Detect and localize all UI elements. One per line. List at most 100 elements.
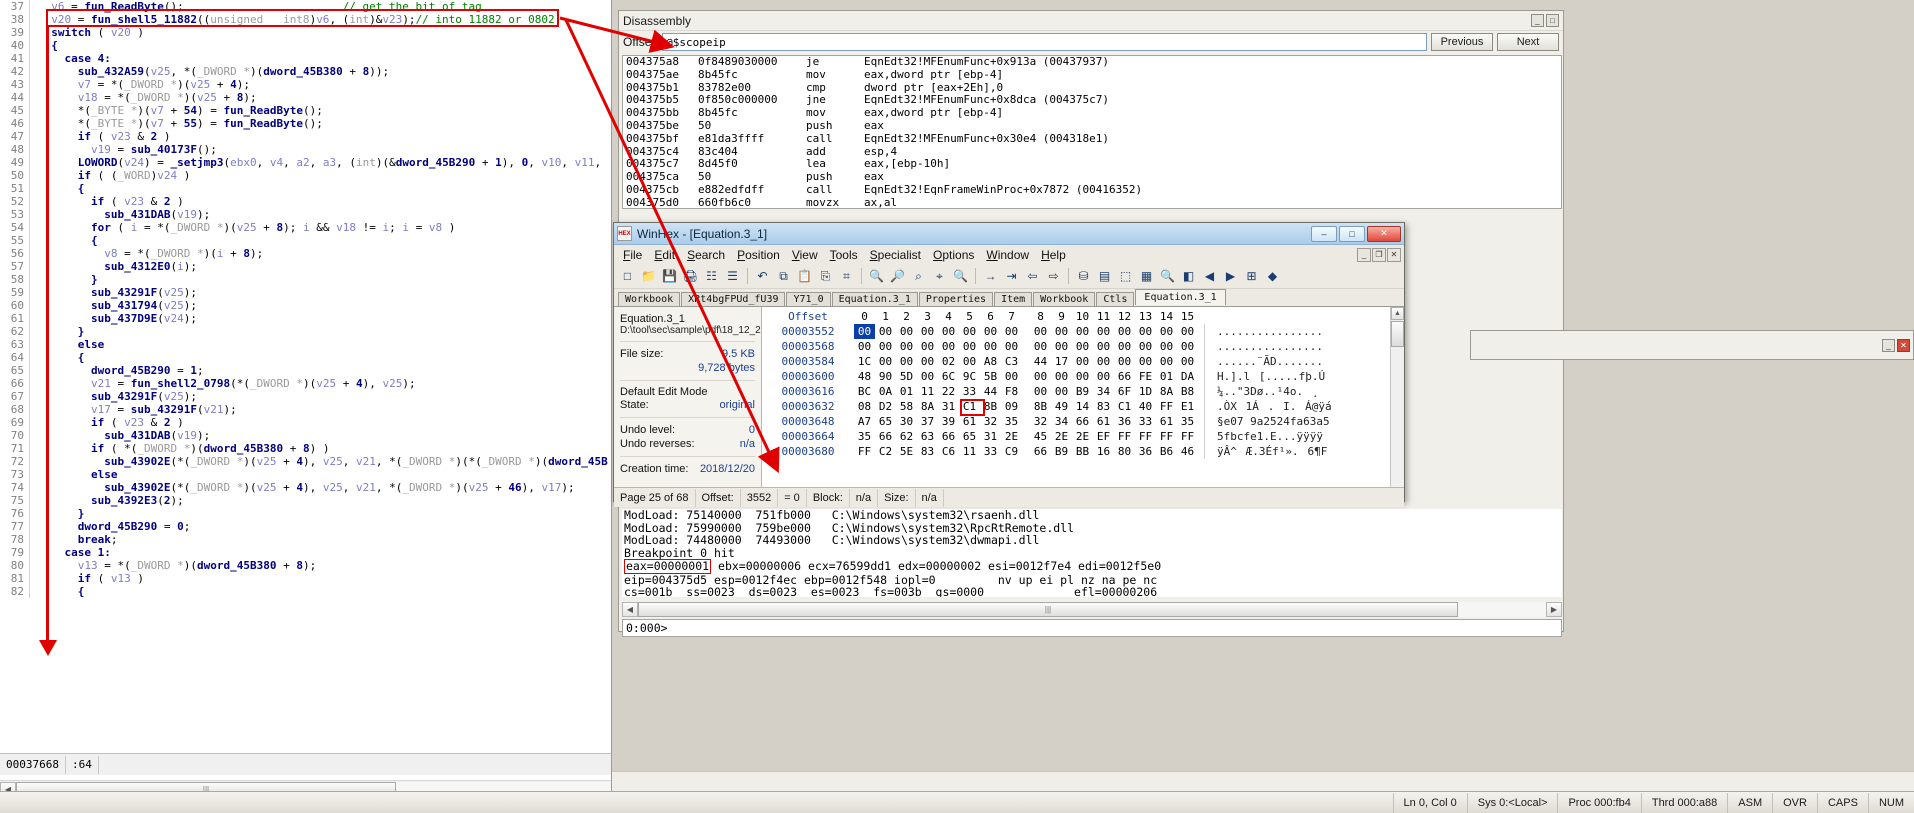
scroll-up-icon[interactable]: ▲ [1391, 307, 1404, 320]
code-line[interactable]: 72 sub_43902E(*(_DWORD *)(v25 + 4), v25,… [0, 455, 611, 468]
hex-byte[interactable]: C1 [959, 399, 980, 414]
hex-byte[interactable]: B9 [1051, 444, 1072, 459]
hex-ascii[interactable]: ÿÂ^Æ.3Éf¹».6¶F [1204, 444, 1327, 459]
hex-byte[interactable]: 00 [1135, 339, 1156, 354]
code-line[interactable]: 53 sub_431DAB(v19); [0, 208, 611, 221]
hex-byte[interactable]: 00 [1177, 324, 1198, 339]
menu-item-options[interactable]: Options [927, 247, 980, 263]
disassembly-listing[interactable]: 004375a8 0f8489030000 je EqnEdt32!MFEnumFun… [622, 55, 1562, 209]
code-text[interactable]: for ( i = *(_DWORD *)(v25 + 8); i && v18… [30, 221, 455, 234]
hex-vscroll-thumb[interactable] [1391, 321, 1404, 347]
replace-icon[interactable]: ⌕ [909, 267, 928, 286]
code-text[interactable]: sub_43291F(v25); [30, 286, 197, 299]
code-text[interactable]: sub_432A59(v25, *(_DWORD *)(dword_45B380… [30, 65, 389, 78]
hex-byte[interactable]: 8A [1156, 384, 1177, 399]
winhex-menu-bar[interactable]: File Edit Search Position View Tools Specialis… [614, 245, 1404, 264]
hex-byte[interactable]: 30 [896, 414, 917, 429]
hex-byte[interactable]: 63 [917, 429, 938, 444]
disasm-row[interactable]: 004375ae 8b45fc mov eax,dword ptr [ebp-4] [623, 68, 1561, 82]
menu-item-window[interactable]: Window [980, 247, 1035, 263]
hex-byte[interactable]: F8 [1001, 384, 1022, 399]
hex-byte[interactable]: 80 [1114, 444, 1135, 459]
paste-icon[interactable]: 📋 [795, 267, 814, 286]
hex-byte[interactable]: 65 [875, 414, 896, 429]
goto-icon[interactable]: → [981, 267, 1000, 286]
code-text[interactable]: sub_43902E(*(_DWORD *)(v25 + 4), v25, v2… [30, 481, 574, 494]
hex-byte[interactable]: 00 [1093, 324, 1114, 339]
code-line[interactable]: 71 if ( *(_DWORD *)(dword_45B380 + 8) ) [0, 442, 611, 455]
code-line[interactable]: 60 sub_431794(v25); [0, 299, 611, 312]
code-line[interactable]: 62 } [0, 325, 611, 338]
stub-minimize-icon[interactable]: _ [1882, 338, 1895, 352]
code-line[interactable]: 43 v7 = *(_DWORD *)(v25 + 4); [0, 78, 611, 91]
hex-byte[interactable]: 32 [1030, 414, 1051, 429]
hex-byte-selected[interactable]: 00 [854, 324, 875, 339]
winhex-tab-bar[interactable]: Workbook XRt4bgFPUd_fU39 Y71_0 Equation.3_1… [614, 289, 1404, 307]
hex-row[interactable]: 00003584 1C 00 00 00 02 00 A8 C3 44 17 00 00 00 00 00 00… [762, 354, 1390, 369]
code-line[interactable]: 68 v17 = sub_43291F(v21); [0, 403, 611, 416]
code-text[interactable]: sub_431794(v25); [30, 299, 197, 312]
disasm-row[interactable]: 004375d0 660fb6c0 movzx ax,al [623, 196, 1561, 208]
winhex-tab-active[interactable]: Equation.3_1 [1135, 289, 1226, 305]
hex-byte[interactable]: 00 [1093, 354, 1114, 369]
code-text[interactable]: v17 = sub_43291F(v21); [30, 403, 237, 416]
hex-ascii[interactable]: 5fbcfe1.E...ÿÿÿÿ [1204, 429, 1323, 444]
hex-byte[interactable]: 00 [875, 354, 896, 369]
hex-byte[interactable]: 35 [854, 429, 875, 444]
winhex-tab-xrt4bgfpud-fu39[interactable]: XRt4bgFPUd_fU39 [681, 292, 786, 306]
winhex-toolbar[interactable]: □ 📁 💾 🖨 ☷ ☰ ↶ ⧉ 📋 ⎘ ⌗ 🔍 🔎 ⌕ ⌖ 🔍 → ⇥ ⇦ ⇨ ⛁ ▤ ⬚ ▦ 🔍 ◧ ◀ ▶ ⊞ ◆ [614, 264, 1404, 289]
code-text[interactable]: case 1: [30, 546, 111, 559]
hex-byte[interactable]: 32 [980, 414, 1001, 429]
hex-byte[interactable]: 00 [1051, 384, 1072, 399]
code-line[interactable]: 63 else [0, 338, 611, 351]
hex-byte[interactable]: 90 [875, 369, 896, 384]
code-text[interactable]: v6 = fun_ReadByte(); // get the bit of t… [30, 0, 482, 13]
code-line[interactable]: 80 v13 = *(_DWORD *)(dword_45B380 + 8); [0, 559, 611, 572]
windbg-log-hscrollbar[interactable]: ◀ ||| ▶ [622, 601, 1562, 617]
hex-byte[interactable]: 44 [1030, 354, 1051, 369]
code-text[interactable]: v8 = *(_DWORD *)(i + 8); [30, 247, 263, 260]
code-line[interactable]: 54 for ( i = *(_DWORD *)(v25 + 8); i && … [0, 221, 611, 234]
code-line[interactable]: 48 v19 = sub_40173F(); [0, 143, 611, 156]
hex-byte[interactable]: 31 [980, 429, 1001, 444]
code-line[interactable]: 38 v20 = fun_shell5_11882((unsigned __in… [0, 13, 611, 26]
hex-byte[interactable]: 00 [854, 339, 875, 354]
hex-byte[interactable]: 44 [980, 384, 1001, 399]
hex-byte[interactable]: 00 [980, 324, 1001, 339]
winhex-title-bar[interactable]: HEX WinHex - [Equation.3_1] – □ ✕ [614, 223, 1404, 245]
code-text[interactable]: { [30, 351, 85, 364]
winhex-tab-workbook[interactable]: Workbook [618, 292, 681, 306]
hex-byte[interactable]: 40 [1135, 399, 1156, 414]
hex-byte[interactable]: 00 [875, 324, 896, 339]
disasm-row[interactable]: 004375a8 0f8489030000 je EqnEdt32!MFEnumFun… [623, 56, 1561, 69]
hex-byte[interactable]: 83 [917, 444, 938, 459]
code-text[interactable]: sub_431DAB(v19); [30, 208, 210, 221]
grid-icon[interactable]: ⊞ [1242, 267, 1261, 286]
code-line[interactable]: 78 break; [0, 533, 611, 546]
hex-byte[interactable]: 5D [896, 369, 917, 384]
hex-byte[interactable]: 33 [959, 384, 980, 399]
menu-item-search[interactable]: Search [681, 247, 731, 263]
hex-byte[interactable]: 34 [1093, 384, 1114, 399]
hex-byte[interactable]: 00 [1001, 324, 1022, 339]
code-text[interactable]: { [30, 234, 98, 247]
hex-byte[interactable]: 00 [917, 339, 938, 354]
hex-row[interactable]: 00003632 08 D2 58 8A 31 C1 8B 09 8B 49 14 83 C1 40 FF E1… [762, 399, 1390, 414]
hex-byte[interactable]: 00 [980, 339, 1001, 354]
hex-byte[interactable]: 00 [896, 339, 917, 354]
hex-byte[interactable]: 11 [917, 384, 938, 399]
winhex-tab-equation-3-1[interactable]: Equation.3_1 [831, 292, 918, 306]
hex-byte[interactable]: 14 [1072, 399, 1093, 414]
hex-byte[interactable]: 00 [1114, 339, 1135, 354]
menu-item-view[interactable]: View [786, 247, 824, 263]
code-line[interactable]: 61 sub_437D9E(v24); [0, 312, 611, 325]
code-line[interactable]: 65 dword_45B290 = 1; [0, 364, 611, 377]
clipboard-icon[interactable]: ⎘ [816, 267, 835, 286]
hex-byte[interactable]: A8 [980, 354, 1001, 369]
windbg-minimize-icon[interactable]: _ [1531, 14, 1544, 27]
winhex-close-button[interactable]: ✕ [1367, 225, 1401, 242]
code-text[interactable]: sub_431DAB(v19); [30, 429, 210, 442]
new-file-icon[interactable]: □ [618, 267, 637, 286]
code-line[interactable]: 45 *(_BYTE *)(v7 + 54) = fun_ReadByte(); [0, 104, 611, 117]
background-window-stub[interactable]: _ ✕ [1470, 330, 1914, 360]
